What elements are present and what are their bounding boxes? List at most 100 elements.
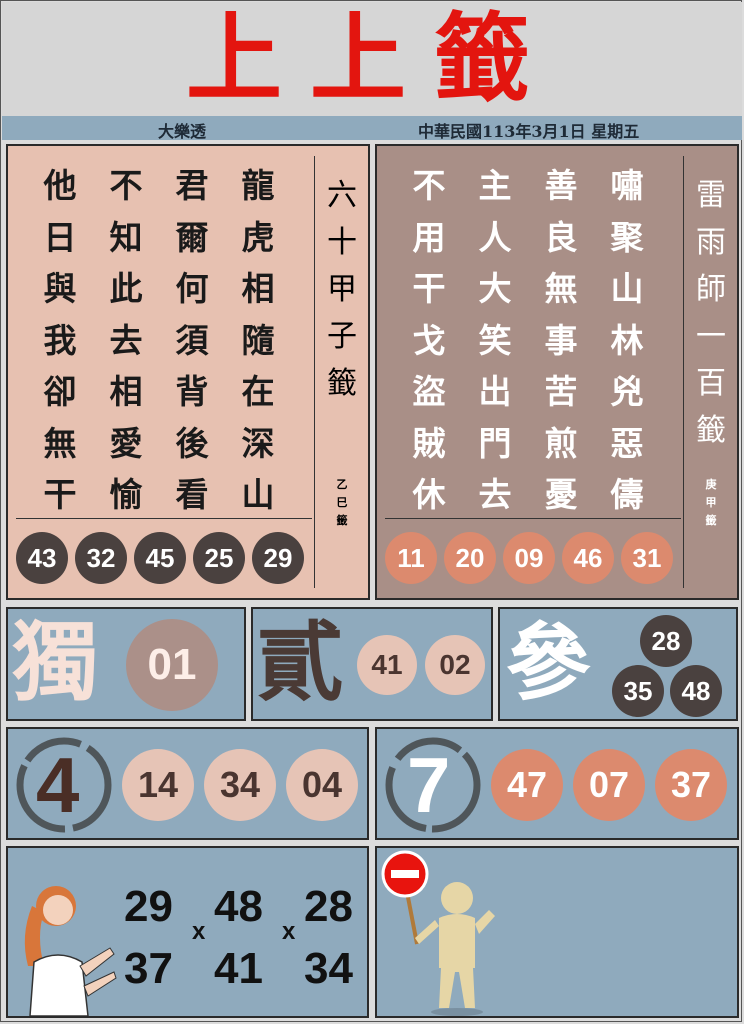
poem-column: 不 知 此 去 相 愛 愉 (98, 160, 154, 521)
poem-char: 用 (412, 217, 446, 257)
combo-number: 48 (214, 882, 263, 931)
poem-char: 主 (478, 166, 512, 205)
poem-column: 嘯 聚 山 林 兇 惡 儔 (599, 160, 655, 521)
poem-char: 深 (241, 423, 275, 463)
right-poem: 嘯 聚 山 林 兇 惡 儔 善 良 無 事 苦 煎 憂 主 人 大 笑 出 門 … (401, 160, 655, 521)
poem-column: 主 人 大 笑 出 門 去 (467, 160, 523, 521)
side-char: 師 (696, 272, 726, 307)
triple-label: 參 (506, 613, 591, 712)
combo-multiply-sign: x (192, 918, 206, 945)
poem-char: 不 (109, 166, 143, 205)
poem-column: 君 爾 何 須 背 後 看 (164, 160, 220, 521)
poem-char: 隨 (241, 320, 275, 360)
small-char: 籤 (336, 514, 348, 527)
number-ball: 28 (640, 615, 692, 667)
side-char: 雨 (696, 225, 726, 260)
poem-char: 儔 (610, 475, 644, 514)
number-ball: 32 (75, 532, 127, 584)
poem-column: 龍 虎 相 隨 在 深 山 (230, 160, 286, 521)
poem-char: 後 (175, 423, 209, 463)
right-fortune-card: 嘯 聚 山 林 兇 惡 儔 善 良 無 事 苦 煎 憂 主 人 大 笑 出 門 … (375, 144, 739, 600)
stop-panel (375, 846, 739, 1018)
poem-char: 干 (43, 475, 77, 514)
number-ball: 34 (204, 749, 276, 821)
poem-char: 背 (175, 372, 209, 411)
poem-char: 人 (478, 217, 512, 257)
poem-char: 戈 (412, 320, 446, 360)
number-ball: 43 (16, 532, 68, 584)
side-char: 一 (696, 319, 726, 354)
poem-char: 干 (412, 269, 446, 308)
double-pick-panel: 貳 41 02 (251, 607, 493, 721)
number-ball: 29 (252, 532, 304, 584)
poem-char: 我 (43, 320, 77, 360)
small-char: 庚 (705, 478, 717, 491)
side-char: 子 (327, 319, 357, 354)
divider-vertical (314, 156, 315, 588)
number-ball: 11 (385, 532, 437, 584)
poem-char: 在 (241, 372, 275, 411)
single-label: 獨 (12, 612, 98, 713)
info-bar: 大樂透 中華民國113年3月1日 星期五 (2, 116, 742, 141)
poem-char: 煎 (544, 423, 578, 463)
header: 上上籤 (2, 2, 742, 116)
number-ball: 35 (612, 665, 664, 717)
poem-char: 去 (478, 475, 512, 514)
lottery-name: 大樂透 (158, 122, 207, 141)
poem-column: 不 用 干 戈 盜 賊 休 (401, 160, 457, 521)
seven-star-panel: 7 47 07 37 (375, 727, 739, 840)
poem-char: 他 (43, 166, 77, 205)
poem-char: 君 (175, 166, 209, 205)
poem-char: 何 (175, 269, 209, 308)
number-ball: 37 (655, 749, 727, 821)
four-star-panel: 4 14 34 04 (6, 727, 369, 840)
double-label: 貳 (257, 612, 343, 713)
poem-char: 惡 (610, 423, 644, 463)
poem-char: 知 (109, 217, 143, 257)
poem-char: 山 (610, 269, 644, 308)
poem-char: 山 (241, 475, 275, 514)
number-ball: 45 (134, 532, 186, 584)
poem-char: 良 (544, 217, 578, 257)
poem-char: 無 (43, 423, 77, 463)
combo-number: 37 (124, 944, 173, 993)
side-char: 六 (327, 178, 357, 213)
poem-char: 盜 (412, 372, 446, 411)
number-ball: 20 (444, 532, 496, 584)
poem-char: 此 (109, 269, 143, 308)
left-fortune-card: 龍 虎 相 隨 在 深 山 君 爾 何 須 背 後 看 不 知 此 去 相 愛 … (6, 144, 370, 600)
single-pick-panel: 獨 01 (6, 607, 246, 721)
right-side-small: 庚 甲 籤 (699, 476, 723, 530)
poem-char: 與 (43, 269, 77, 308)
poem-char: 事 (544, 320, 578, 360)
small-char: 甲 (705, 496, 717, 509)
number-ball: 02 (425, 635, 485, 695)
poem-char: 大 (478, 269, 512, 308)
number-ball: 04 (286, 749, 358, 821)
small-char: 巳 (336, 496, 348, 509)
number-ball: 31 (621, 532, 673, 584)
side-char: 籤 (696, 413, 726, 448)
combo-multiply-sign: x (282, 918, 296, 945)
right-side-title: 雷 雨 師 一 百 籤 (693, 172, 729, 454)
poem-char: 賊 (412, 423, 446, 463)
poem-char: 去 (109, 320, 143, 360)
number-ball: 46 (562, 532, 614, 584)
number-ball: 14 (122, 749, 194, 821)
poem-char: 愉 (109, 475, 143, 514)
number-ball: 25 (193, 532, 245, 584)
number-ball: 07 (573, 749, 645, 821)
poem-char: 嘯 (610, 166, 644, 205)
number-ball: 09 (503, 532, 555, 584)
poem-char: 卻 (43, 372, 77, 411)
page-title: 上上籤 (186, 2, 558, 115)
combo-number: 29 (124, 882, 173, 931)
poem-char: 休 (412, 475, 446, 514)
left-poem: 龍 虎 相 隨 在 深 山 君 爾 何 須 背 後 看 不 知 此 去 相 愛 … (32, 160, 286, 521)
number-ball: 48 (670, 665, 722, 717)
triple-pick-panel: 參 28 35 48 (498, 607, 738, 721)
side-char: 籤 (327, 366, 357, 401)
poem-char: 笑 (478, 320, 512, 360)
poem-char: 看 (175, 475, 209, 514)
side-char: 雷 (696, 178, 726, 213)
